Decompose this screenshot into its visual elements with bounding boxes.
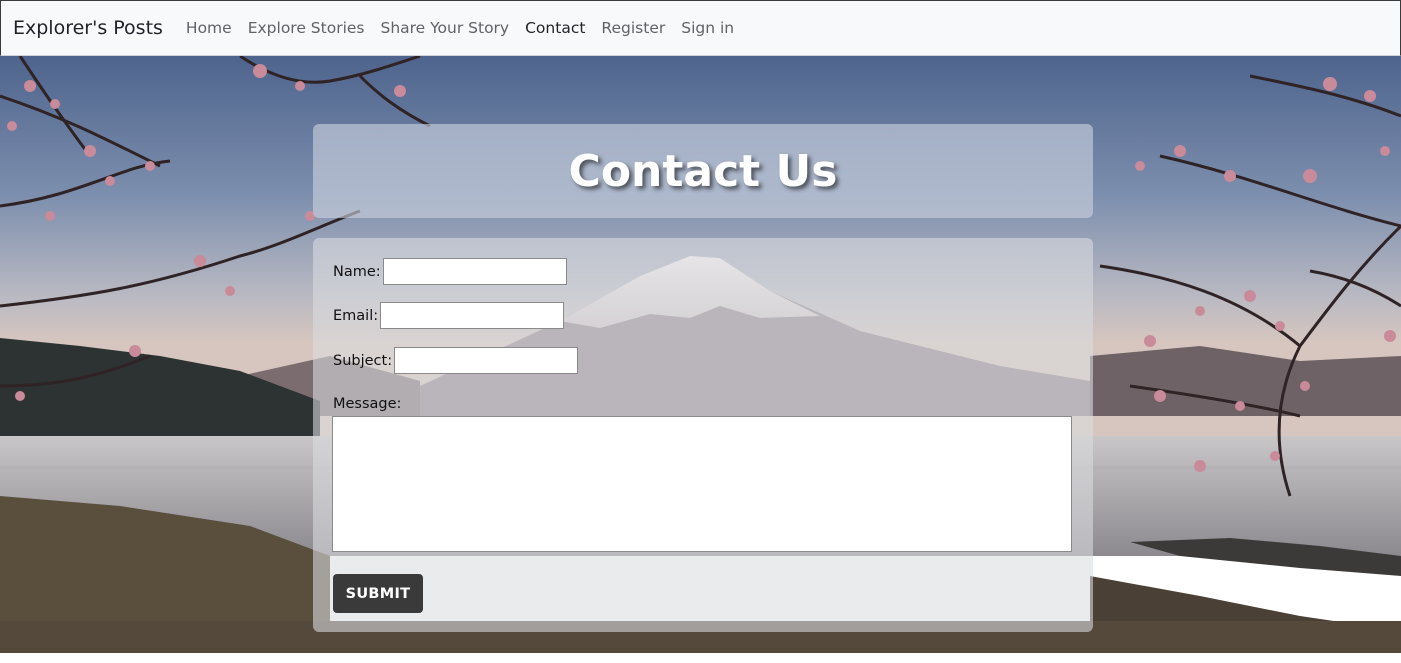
nav-link-contact[interactable]: Contact <box>525 19 585 37</box>
nav-link-register[interactable]: Register <box>601 19 665 37</box>
nav-link-home[interactable]: Home <box>186 19 232 37</box>
contact-form: Name: Email: Subject: Message: SUBMIT <box>313 238 1093 632</box>
brand-link[interactable]: Explorer's Posts <box>13 17 163 39</box>
subject-label: Subject: <box>333 352 393 369</box>
message-textarea[interactable] <box>332 416 1072 552</box>
submit-button[interactable]: SUBMIT <box>333 574 423 613</box>
name-field-row: Name: <box>333 258 567 285</box>
message-label: Message: <box>333 396 402 412</box>
top-navbar: Explorer's Posts Home Explore Stories Sh… <box>0 0 1401 56</box>
name-input[interactable] <box>382 258 567 285</box>
page-bottom-strip <box>0 653 1401 663</box>
subject-input[interactable] <box>394 347 579 374</box>
nav-link-share-your-story[interactable]: Share Your Story <box>380 19 509 37</box>
contact-title-card: Contact Us <box>313 124 1093 218</box>
name-label: Name: <box>333 263 381 280</box>
page-title: Contact Us <box>568 145 838 197</box>
email-field-row: Email: <box>333 302 565 329</box>
email-input[interactable] <box>380 302 565 329</box>
subject-field-row: Subject: <box>333 347 579 374</box>
nav-link-explore-stories[interactable]: Explore Stories <box>248 19 365 37</box>
email-label: Email: <box>333 307 379 324</box>
nav-link-sign-in[interactable]: Sign in <box>681 19 734 37</box>
